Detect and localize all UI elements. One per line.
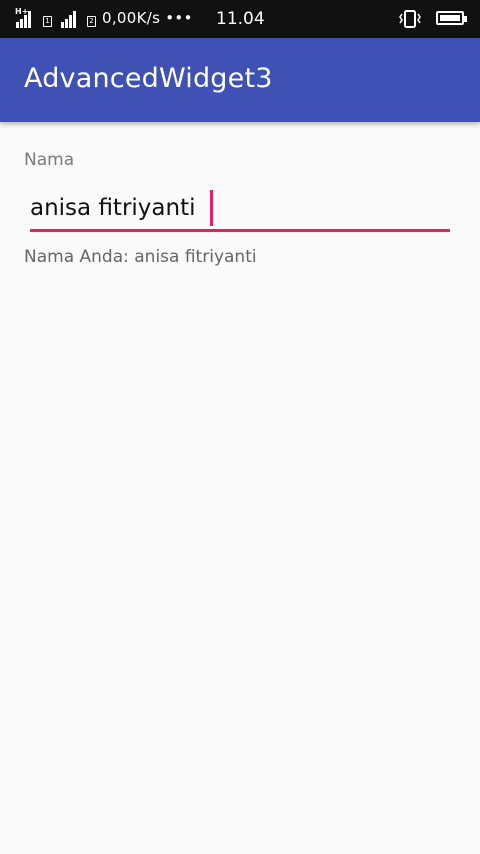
name-result-text: Nama Anda: anisa fitriyanti (24, 247, 257, 267)
sim-icon: 1 (43, 16, 52, 27)
name-field[interactable] (30, 188, 450, 232)
battery-icon (436, 11, 467, 25)
app-bar: AdvancedWidget3 (0, 38, 480, 122)
network-speed: 0,00K/s ••• (102, 9, 193, 27)
signal-icon (16, 10, 32, 28)
sim-icon: 2 (87, 16, 96, 27)
clock: 11.04 (216, 9, 265, 29)
text-cursor (210, 190, 213, 226)
name-field-label: Nama (24, 150, 75, 170)
signal-icon (61, 10, 77, 28)
status-bar: H+ 1 2 0,00K/s ••• 11.04 (0, 0, 480, 38)
name-input[interactable] (30, 188, 450, 228)
vibrate-icon (399, 10, 421, 28)
app-title: AdvancedWidget3 (24, 63, 273, 94)
